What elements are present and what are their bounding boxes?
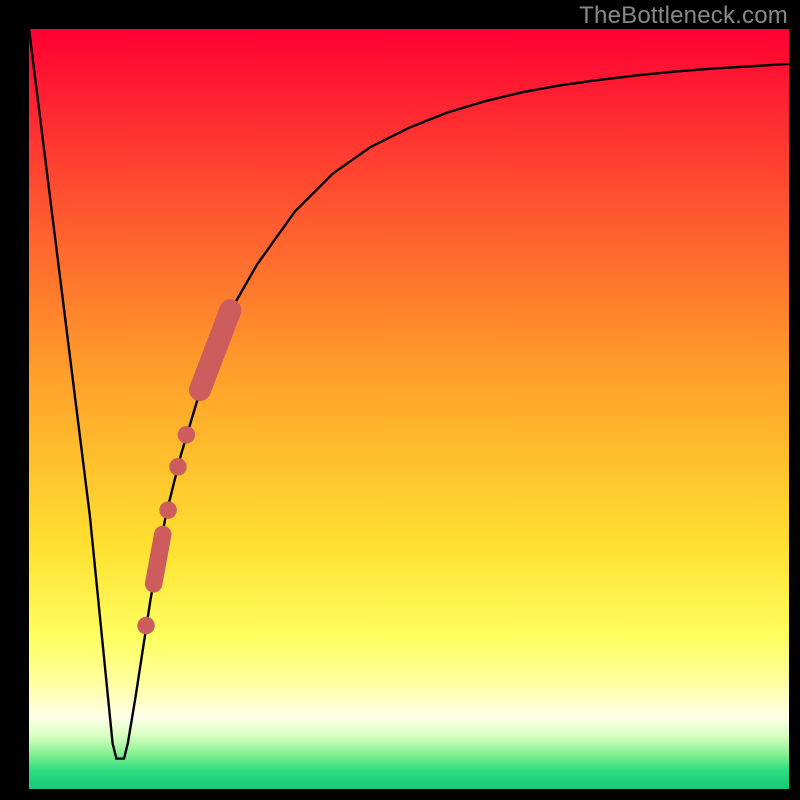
attribution-text: TheBottleneck.com [579, 2, 788, 30]
chart-frame: TheBottleneck.com [0, 0, 800, 800]
marker-dot-2 [169, 458, 186, 475]
marker-dot-3 [159, 501, 176, 518]
plot-area [29, 29, 789, 789]
marker-dot-4 [137, 617, 154, 634]
chart-svg [29, 29, 789, 789]
marker-dot-1 [178, 426, 195, 443]
gradient-background [29, 29, 789, 789]
marker-segment-bottom [154, 534, 163, 583]
